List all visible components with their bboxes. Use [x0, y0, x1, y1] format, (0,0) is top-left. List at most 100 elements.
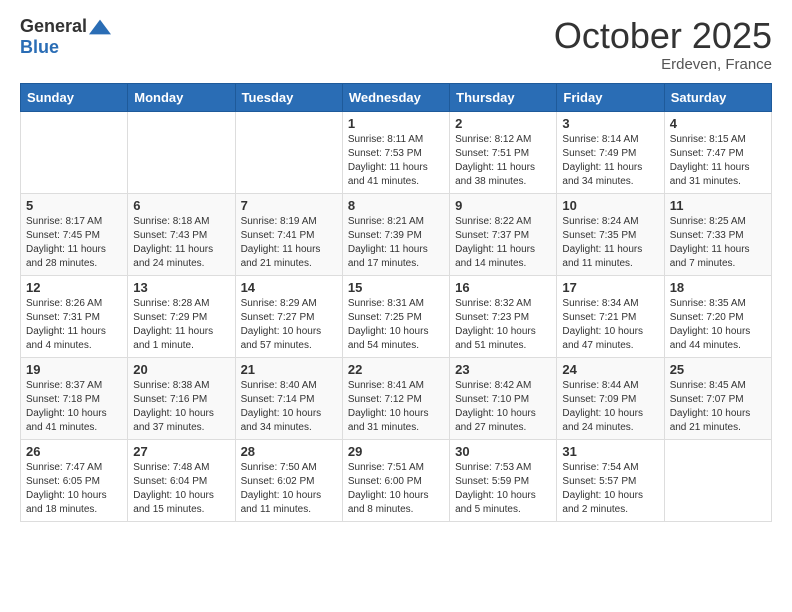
logo-general-text: General — [20, 17, 87, 37]
calendar-cell: 19 Sunrise: 8:37 AMSunset: 7:18 PMDayligh… — [21, 357, 128, 439]
weekday-header-row: SundayMondayTuesdayWednesdayThursdayFrid… — [21, 83, 772, 111]
day-info: Sunrise: 7:54 AMSunset: 5:57 PMDaylight:… — [562, 461, 658, 517]
calendar-cell: 4Sunrise: 8:15 AMSunset: 7:47 PMDaylight… — [664, 111, 771, 193]
calendar-cell: 26 Sunrise: 7:47 AMSunset: 6:05 PMDayligh… — [21, 439, 128, 521]
day-number: 1 — [348, 116, 444, 131]
day-info: Sunrise: 8:42 AMSunset: 7:10 PMDaylight:… — [455, 379, 551, 435]
day-info: Sunrise: 8:12 AMSunset: 7:51 PMDaylight:… — [455, 133, 551, 189]
calendar-cell: 2 Sunrise: 8:12 AMSunset: 7:51 PMDaylight… — [450, 111, 557, 193]
day-number: 23 — [455, 362, 551, 377]
calendar-cell: 29 Sunrise: 7:51 AMSunset: 6:00 PMDayligh… — [342, 439, 449, 521]
calendar-cell: 8 Sunrise: 8:21 AMSunset: 7:39 PMDaylight… — [342, 193, 449, 275]
calendar-cell: 31Sunrise: 7:54 AMSunset: 5:57 PMDayligh… — [557, 439, 664, 521]
day-info: Sunrise: 8:29 AMSunset: 7:27 PMDaylight:… — [241, 297, 337, 353]
day-info: Sunrise: 8:26 AMSunset: 7:31 PMDaylight:… — [26, 297, 122, 353]
day-number: 6 — [133, 198, 229, 213]
calendar-week-row: 26 Sunrise: 7:47 AMSunset: 6:05 PMDayligh… — [21, 439, 772, 521]
calendar-cell: 1Sunrise: 8:11 AMSunset: 7:53 PMDaylight… — [342, 111, 449, 193]
day-number: 10 — [562, 198, 658, 213]
calendar-cell: 24Sunrise: 8:44 AMSunset: 7:09 PMDayligh… — [557, 357, 664, 439]
day-info: Sunrise: 8:14 AMSunset: 7:49 PMDaylight:… — [562, 133, 658, 189]
calendar-cell: 30Sunrise: 7:53 AMSunset: 5:59 PMDayligh… — [450, 439, 557, 521]
title-block: October 2025 Erdeven, France — [554, 16, 772, 73]
calendar-cell: 21 Sunrise: 8:40 AMSunset: 7:14 PMDayligh… — [235, 357, 342, 439]
day-number: 17 — [562, 280, 658, 295]
day-number: 11 — [670, 198, 766, 213]
calendar-cell: 15 Sunrise: 8:31 AMSunset: 7:25 PMDayligh… — [342, 275, 449, 357]
calendar-cell: 3 Sunrise: 8:14 AMSunset: 7:49 PMDaylight… — [557, 111, 664, 193]
day-info: Sunrise: 8:22 AMSunset: 7:37 PMDaylight:… — [455, 215, 551, 271]
calendar-cell: 23 Sunrise: 8:42 AMSunset: 7:10 PMDayligh… — [450, 357, 557, 439]
calendar-table: SundayMondayTuesdayWednesdayThursdayFrid… — [20, 83, 772, 522]
calendar-week-row: 5Sunrise: 8:17 AMSunset: 7:45 PMDaylight… — [21, 193, 772, 275]
calendar-week-row: 19 Sunrise: 8:37 AMSunset: 7:18 PMDayligh… — [21, 357, 772, 439]
day-info: Sunrise: 8:17 AMSunset: 7:45 PMDaylight:… — [26, 215, 122, 271]
page: General Blue October 2025 Erdeven, Franc… — [0, 0, 792, 612]
day-info: Sunrise: 8:41 AMSunset: 7:12 PMDaylight:… — [348, 379, 444, 435]
day-info: Sunrise: 8:37 AMSunset: 7:18 PMDaylight:… — [26, 379, 122, 435]
calendar-week-row: 12Sunrise: 8:26 AMSunset: 7:31 PMDayligh… — [21, 275, 772, 357]
day-number: 25 — [670, 362, 766, 377]
day-info: Sunrise: 8:25 AMSunset: 7:33 PMDaylight:… — [670, 215, 766, 271]
day-info: Sunrise: 8:32 AMSunset: 7:23 PMDaylight:… — [455, 297, 551, 353]
calendar-cell: 14 Sunrise: 8:29 AMSunset: 7:27 PMDayligh… — [235, 275, 342, 357]
weekday-header-sunday: Sunday — [21, 83, 128, 111]
logo-icon — [89, 16, 111, 38]
day-number: 19 — [26, 362, 122, 377]
day-number: 14 — [241, 280, 337, 295]
calendar-week-row: 1Sunrise: 8:11 AMSunset: 7:53 PMDaylight… — [21, 111, 772, 193]
day-number: 13 — [133, 280, 229, 295]
day-number: 22 — [348, 362, 444, 377]
location: Erdeven, France — [554, 56, 772, 73]
day-number: 27 — [133, 444, 229, 459]
header: General Blue October 2025 Erdeven, Franc… — [20, 16, 772, 73]
calendar-cell: 20Sunrise: 8:38 AMSunset: 7:16 PMDayligh… — [128, 357, 235, 439]
weekday-header-friday: Friday — [557, 83, 664, 111]
calendar-cell: 9 Sunrise: 8:22 AMSunset: 7:37 PMDaylight… — [450, 193, 557, 275]
day-number: 24 — [562, 362, 658, 377]
day-number: 26 — [26, 444, 122, 459]
weekday-header-thursday: Thursday — [450, 83, 557, 111]
day-info: Sunrise: 7:48 AMSunset: 6:04 PMDaylight:… — [133, 461, 229, 517]
day-number: 2 — [455, 116, 551, 131]
day-number: 18 — [670, 280, 766, 295]
calendar-cell: 16 Sunrise: 8:32 AMSunset: 7:23 PMDayligh… — [450, 275, 557, 357]
day-info: Sunrise: 8:40 AMSunset: 7:14 PMDaylight:… — [241, 379, 337, 435]
day-info: Sunrise: 8:18 AMSunset: 7:43 PMDaylight:… — [133, 215, 229, 271]
day-info: Sunrise: 7:47 AMSunset: 6:05 PMDaylight:… — [26, 461, 122, 517]
day-info: Sunrise: 8:15 AMSunset: 7:47 PMDaylight:… — [670, 133, 766, 189]
calendar-cell — [664, 439, 771, 521]
calendar-cell: 7Sunrise: 8:19 AMSunset: 7:41 PMDaylight… — [235, 193, 342, 275]
day-info: Sunrise: 8:35 AMSunset: 7:20 PMDaylight:… — [670, 297, 766, 353]
calendar-cell: 10 Sunrise: 8:24 AMSunset: 7:35 PMDayligh… — [557, 193, 664, 275]
calendar-cell: 12Sunrise: 8:26 AMSunset: 7:31 PMDayligh… — [21, 275, 128, 357]
day-info: Sunrise: 8:28 AMSunset: 7:29 PMDaylight:… — [133, 297, 229, 353]
calendar-cell: 11 Sunrise: 8:25 AMSunset: 7:33 PMDayligh… — [664, 193, 771, 275]
calendar-cell: 27 Sunrise: 7:48 AMSunset: 6:04 PMDayligh… — [128, 439, 235, 521]
weekday-header-wednesday: Wednesday — [342, 83, 449, 111]
calendar-cell — [128, 111, 235, 193]
day-number: 15 — [348, 280, 444, 295]
weekday-header-saturday: Saturday — [664, 83, 771, 111]
day-number: 7 — [241, 198, 337, 213]
day-number: 29 — [348, 444, 444, 459]
day-number: 9 — [455, 198, 551, 213]
day-info: Sunrise: 8:31 AMSunset: 7:25 PMDaylight:… — [348, 297, 444, 353]
month-title: October 2025 — [554, 16, 772, 56]
day-info: Sunrise: 7:50 AMSunset: 6:02 PMDaylight:… — [241, 461, 337, 517]
day-info: Sunrise: 8:24 AMSunset: 7:35 PMDaylight:… — [562, 215, 658, 271]
calendar-cell: 22 Sunrise: 8:41 AMSunset: 7:12 PMDayligh… — [342, 357, 449, 439]
day-number: 16 — [455, 280, 551, 295]
logo-blue-text: Blue — [20, 37, 59, 57]
day-number: 21 — [241, 362, 337, 377]
day-number: 8 — [348, 198, 444, 213]
day-info: Sunrise: 7:51 AMSunset: 6:00 PMDaylight:… — [348, 461, 444, 517]
day-number: 20 — [133, 362, 229, 377]
calendar-cell: 28Sunrise: 7:50 AMSunset: 6:02 PMDayligh… — [235, 439, 342, 521]
calendar-cell: 6 Sunrise: 8:18 AMSunset: 7:43 PMDaylight… — [128, 193, 235, 275]
weekday-header-monday: Monday — [128, 83, 235, 111]
calendar-cell: 17Sunrise: 8:34 AMSunset: 7:21 PMDayligh… — [557, 275, 664, 357]
weekday-header-tuesday: Tuesday — [235, 83, 342, 111]
day-number: 3 — [562, 116, 658, 131]
day-info: Sunrise: 8:21 AMSunset: 7:39 PMDaylight:… — [348, 215, 444, 271]
